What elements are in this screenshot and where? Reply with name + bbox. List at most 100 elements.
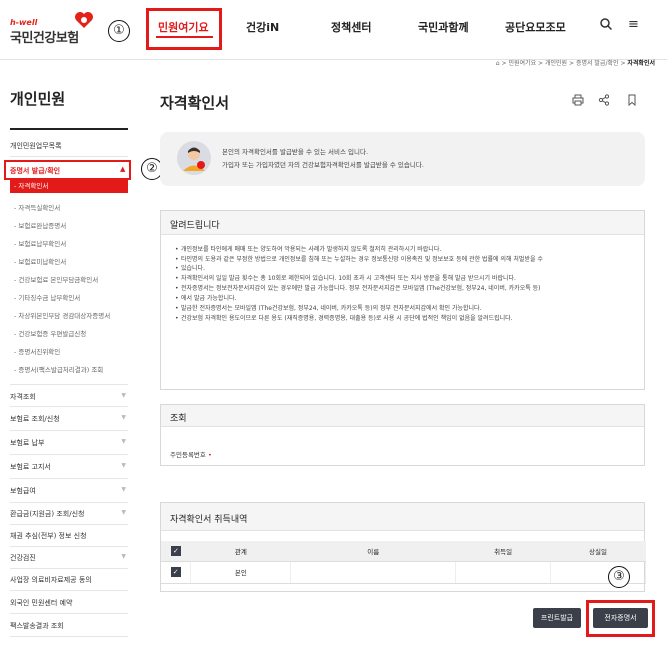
divider bbox=[10, 590, 128, 591]
annotation-marker-3: ③ bbox=[608, 566, 630, 588]
column-header: 상실일 bbox=[550, 541, 646, 562]
divider bbox=[10, 454, 128, 455]
breadcrumb: ⌂ > 민원여기요 > 개인민원 > 증명서 발급/확인 > 자격확인서 bbox=[495, 60, 655, 67]
notice-item-continued: 에서 발급 가능합니다. bbox=[175, 294, 634, 303]
home-icon[interactable]: ⌂ bbox=[496, 60, 500, 67]
notice-list: 개인정보를 타인에게 매매 또는 양도하여 악용되는 사례가 발생하지 않도록 … bbox=[161, 235, 644, 323]
sidebar-item[interactable]: 보험료 납부 ▼ bbox=[10, 438, 128, 448]
share-icon[interactable] bbox=[598, 94, 610, 106]
notice-panel: 알려드립니다 개인정보를 타인에게 매매 또는 양도하여 악용되는 사례가 발생… bbox=[160, 210, 645, 390]
search-icon[interactable] bbox=[600, 18, 612, 30]
notice-item: 건강보험 자격확인 용도이므로 다른 용도 (재직증명용, 경력증명용, 대출용… bbox=[175, 314, 634, 323]
required-marker: • bbox=[207, 451, 212, 459]
heart-icon bbox=[75, 12, 93, 28]
nav-active-underline bbox=[156, 36, 213, 38]
divider bbox=[10, 406, 128, 407]
sidebar-item[interactable]: 보험급여 ▼ bbox=[10, 486, 128, 496]
menu-icon[interactable]: ≡ bbox=[628, 17, 639, 32]
notice-item-continued: 있습니다. bbox=[175, 264, 634, 273]
sidebar-item[interactable]: 외국인 민원센터 예약 bbox=[10, 598, 128, 608]
breadcrumb-current: 자격확인서 bbox=[627, 60, 655, 67]
sidebar-group-certificates[interactable]: 증명서 발급/확인 bbox=[10, 166, 60, 176]
breadcrumb-item[interactable]: 증명서 발급/확인 bbox=[576, 60, 619, 67]
header: h-well 국민건강보험 ① 민원여기요 건강iN 정책센터 국민과함께 공단… bbox=[0, 0, 667, 60]
nav-item-about[interactable]: 공단요모조모 bbox=[505, 19, 566, 35]
sidebar-subitem[interactable]: - 증명서진위확인 bbox=[14, 346, 132, 356]
divider bbox=[10, 156, 128, 157]
divider bbox=[10, 524, 128, 525]
sidebar-subitem[interactable]: - 증명서(팩스발급처리결과) 조회 bbox=[14, 364, 132, 374]
lookup-panel: 조회 주민등록번호 • bbox=[160, 404, 645, 466]
info-text-line: 본인의 자격확인서를 발급받을 수 있는 서비스 입니다. bbox=[222, 148, 369, 156]
column-header: 취득일 bbox=[455, 541, 551, 562]
sidebar-item[interactable]: 사업장 의료비자료제공 동의 bbox=[10, 575, 128, 585]
sidebar-title: 개인민원 bbox=[10, 90, 66, 108]
nav-item-policy[interactable]: 정책센터 bbox=[331, 19, 371, 35]
sidebar-subitem[interactable]: - 보험료완납증명서 bbox=[14, 220, 132, 230]
logo-name: 국민건강보험 bbox=[10, 31, 79, 46]
sidebar-item[interactable]: 팩스발송결과 조회 bbox=[10, 621, 128, 631]
cell-acquired bbox=[455, 561, 552, 584]
notice-item: 전자증명서는 정보전자문서지갑이 있는 경우에만 발급 가능합니다. 정부 전자… bbox=[175, 284, 634, 293]
sidebar-item[interactable]: 자격조회 ▼ bbox=[10, 392, 128, 402]
bookmark-icon[interactable] bbox=[626, 94, 638, 106]
select-all-checkbox[interactable]: ✓ bbox=[170, 545, 181, 556]
chevron-down-icon: ▼ bbox=[121, 509, 126, 516]
sidebar-subitem[interactable]: - 건강보험료 본인부담금확인서 bbox=[14, 274, 132, 284]
sidebar-subitem[interactable]: - 보험료미납확인서 bbox=[14, 256, 132, 266]
sidebar-item[interactable]: 보험료 조회/신청 ▼ bbox=[10, 414, 128, 424]
breadcrumb-item[interactable]: 민원여기요 bbox=[508, 60, 536, 67]
history-table: ✓ 관계 이름 취득일 상실일 ✓ 본인 bbox=[161, 541, 646, 584]
notice-item: 개인정보를 타인에게 매매 또는 양도하여 악용되는 사례가 발생하지 않도록 … bbox=[175, 245, 634, 254]
notice-item: 발급한 전자증명서는 모바일앱 (The건강보험, 정부24, 네이버, 카카오… bbox=[175, 304, 634, 313]
info-text-line: 가입자 또는 가입자였던 자의 건강보험자격확인서를 발급받을 수 있습니다. bbox=[222, 161, 424, 169]
chevron-down-icon: ▼ bbox=[121, 486, 126, 493]
nav-item-together[interactable]: 국민과함께 bbox=[418, 19, 469, 35]
cell-name bbox=[290, 561, 457, 584]
print-icon[interactable] bbox=[572, 94, 584, 106]
divider bbox=[10, 478, 128, 479]
breadcrumb-item[interactable]: 개인민원 bbox=[545, 60, 567, 67]
sidebar-subitem-active[interactable]: - 자격확인서 bbox=[10, 180, 128, 193]
cell-relation: 본인 bbox=[190, 561, 292, 584]
table-header-row: ✓ 관계 이름 취득일 상실일 bbox=[161, 541, 646, 562]
divider bbox=[10, 430, 128, 431]
electronic-certificate-button[interactable]: 전자증명서 bbox=[593, 608, 648, 628]
person-icon bbox=[177, 141, 211, 175]
sidebar-item[interactable]: 채권 추심(전부) 정보 신청 bbox=[10, 531, 128, 541]
sidebar-item[interactable]: 건강검진 ▼ bbox=[10, 553, 128, 563]
cell-lost bbox=[550, 561, 646, 584]
divider bbox=[10, 613, 128, 614]
chevron-down-icon: ▼ bbox=[121, 414, 126, 421]
annotation-marker-1: ① bbox=[108, 20, 130, 42]
print-issue-button[interactable]: 프린트발급 bbox=[533, 608, 581, 628]
page-title: 자격확인서 bbox=[160, 94, 230, 112]
chevron-down-icon: ▼ bbox=[121, 392, 126, 399]
sidebar-subitem[interactable]: - 차상위본인부담 경감대상자증명서 bbox=[14, 310, 132, 320]
logo[interactable]: h-well 국민건강보험 bbox=[10, 18, 79, 46]
table-row: ✓ 본인 bbox=[161, 561, 646, 584]
lookup-title: 조회 bbox=[161, 405, 644, 427]
column-header: 관계 bbox=[190, 541, 291, 562]
logo-tagline: h-well bbox=[10, 18, 38, 27]
history-title: 자격확인서 취득내역 bbox=[161, 503, 644, 531]
divider bbox=[10, 546, 128, 547]
nav-item-health-in[interactable]: 건강iN bbox=[246, 19, 279, 35]
divider bbox=[10, 568, 128, 569]
sidebar-item[interactable]: 환급금(지원금) 조회/신청 ▼ bbox=[10, 509, 128, 519]
notice-title: 알려드립니다 bbox=[161, 211, 644, 235]
sidebar-subitem[interactable]: - 기타징수금 납부확인서 bbox=[14, 292, 132, 302]
nav-item-civil[interactable]: 민원여기요 bbox=[158, 19, 209, 35]
resident-number-label: 주민등록번호 • bbox=[170, 451, 212, 459]
sidebar-subitem[interactable]: - 보험료납부확인서 bbox=[14, 238, 132, 248]
service-info-box: 본인의 자격확인서를 발급받을 수 있는 서비스 입니다. 가입자 또는 가입자… bbox=[160, 132, 645, 186]
sidebar-subitem[interactable]: - 자격득실확인서 bbox=[14, 202, 132, 212]
sidebar-item[interactable]: 보험료 고지서 ▼ bbox=[10, 462, 128, 472]
sidebar-subitem[interactable]: - 건강보험증 우편발급신청 bbox=[14, 328, 132, 338]
history-panel: 자격확인서 취득내역 ✓ 관계 이름 취득일 상실일 ✓ 본인 bbox=[160, 502, 646, 592]
divider bbox=[10, 502, 128, 503]
chevron-down-icon: ▼ bbox=[121, 438, 126, 445]
row-checkbox[interactable]: ✓ bbox=[170, 567, 181, 577]
sidebar-item-service-list[interactable]: 개인민원업무목록 bbox=[10, 141, 128, 151]
notice-item: 자격확인서의 일일 발급 횟수는 총 10회로 제한되어 있습니다. 10회 초… bbox=[175, 274, 634, 283]
